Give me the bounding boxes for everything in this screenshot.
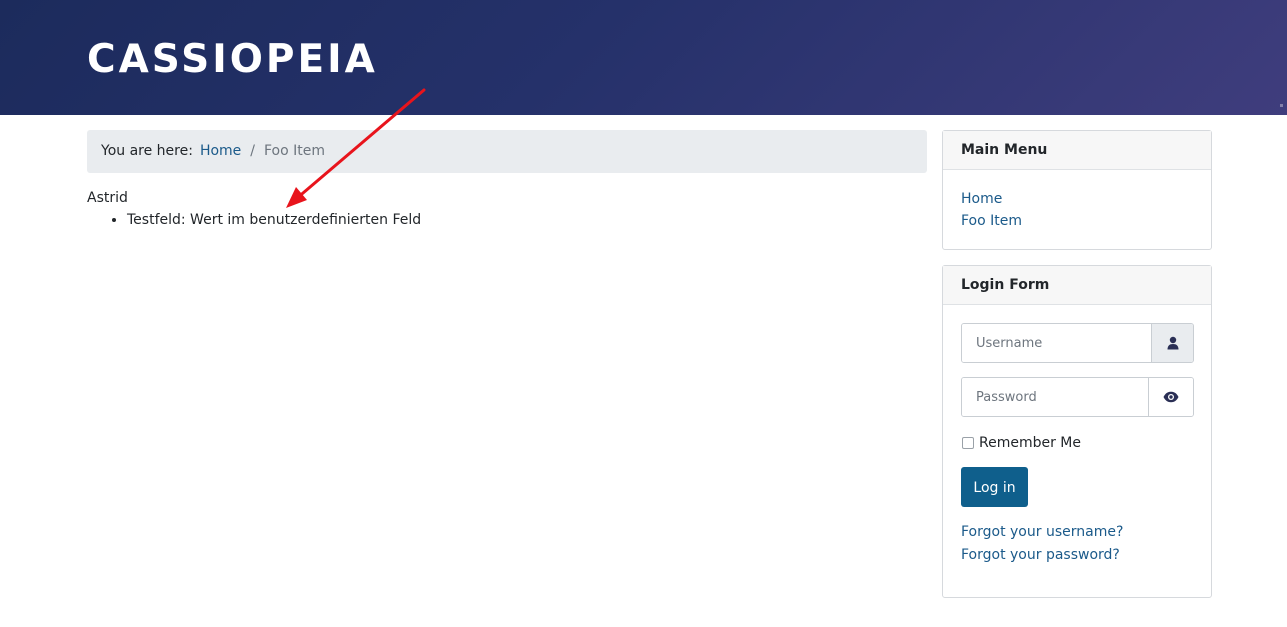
header-decoration	[1280, 104, 1283, 107]
login-button[interactable]: Log in	[961, 467, 1028, 507]
forgot-username-link[interactable]: Forgot your username?	[961, 523, 1123, 541]
breadcrumb: You are here: Home / Foo Item	[87, 130, 927, 173]
breadcrumb-separator: /	[250, 143, 255, 159]
remember-me[interactable]: Remember Me	[962, 434, 1081, 452]
menu-link-foo-item[interactable]: Foo Item	[961, 213, 1022, 229]
main-menu-list: Home Foo Item	[943, 170, 1211, 232]
site-header: CASSIOPEIA	[0, 0, 1287, 115]
remember-me-checkbox[interactable]	[962, 437, 974, 449]
arrow-head	[286, 187, 307, 208]
site-title[interactable]: CASSIOPEIA	[87, 36, 378, 84]
username-input[interactable]	[962, 324, 1151, 362]
menu-item-foo-item: Foo Item	[961, 210, 1211, 232]
main-menu-module: Main Menu Home Foo Item	[942, 130, 1212, 250]
menu-link-home[interactable]: Home	[961, 191, 1002, 207]
custom-field-item: Testfeld: Wert im benutzerdefinierten Fe…	[127, 211, 421, 229]
login-form-module: Login Form Remember Me Log in Forgot you…	[942, 265, 1212, 598]
eye-icon	[1163, 391, 1179, 403]
username-addon	[1151, 324, 1193, 362]
breadcrumb-current: Foo Item	[264, 143, 326, 159]
article-title: Astrid	[87, 190, 128, 206]
breadcrumb-home-link[interactable]: Home	[200, 143, 241, 159]
remember-me-label: Remember Me	[979, 435, 1081, 451]
password-input[interactable]	[962, 378, 1148, 416]
password-group	[961, 377, 1194, 417]
password-toggle-button[interactable]	[1148, 378, 1193, 416]
breadcrumb-label: You are here:	[101, 143, 193, 159]
main-menu-title: Main Menu	[943, 131, 1211, 170]
menu-item-home: Home	[961, 188, 1211, 210]
user-icon	[1167, 336, 1178, 350]
forgot-password-link[interactable]: Forgot your password?	[961, 546, 1120, 564]
custom-field-list: Testfeld: Wert im benutzerdefinierten Fe…	[87, 211, 421, 229]
username-group	[961, 323, 1194, 363]
login-form-title: Login Form	[943, 266, 1211, 305]
